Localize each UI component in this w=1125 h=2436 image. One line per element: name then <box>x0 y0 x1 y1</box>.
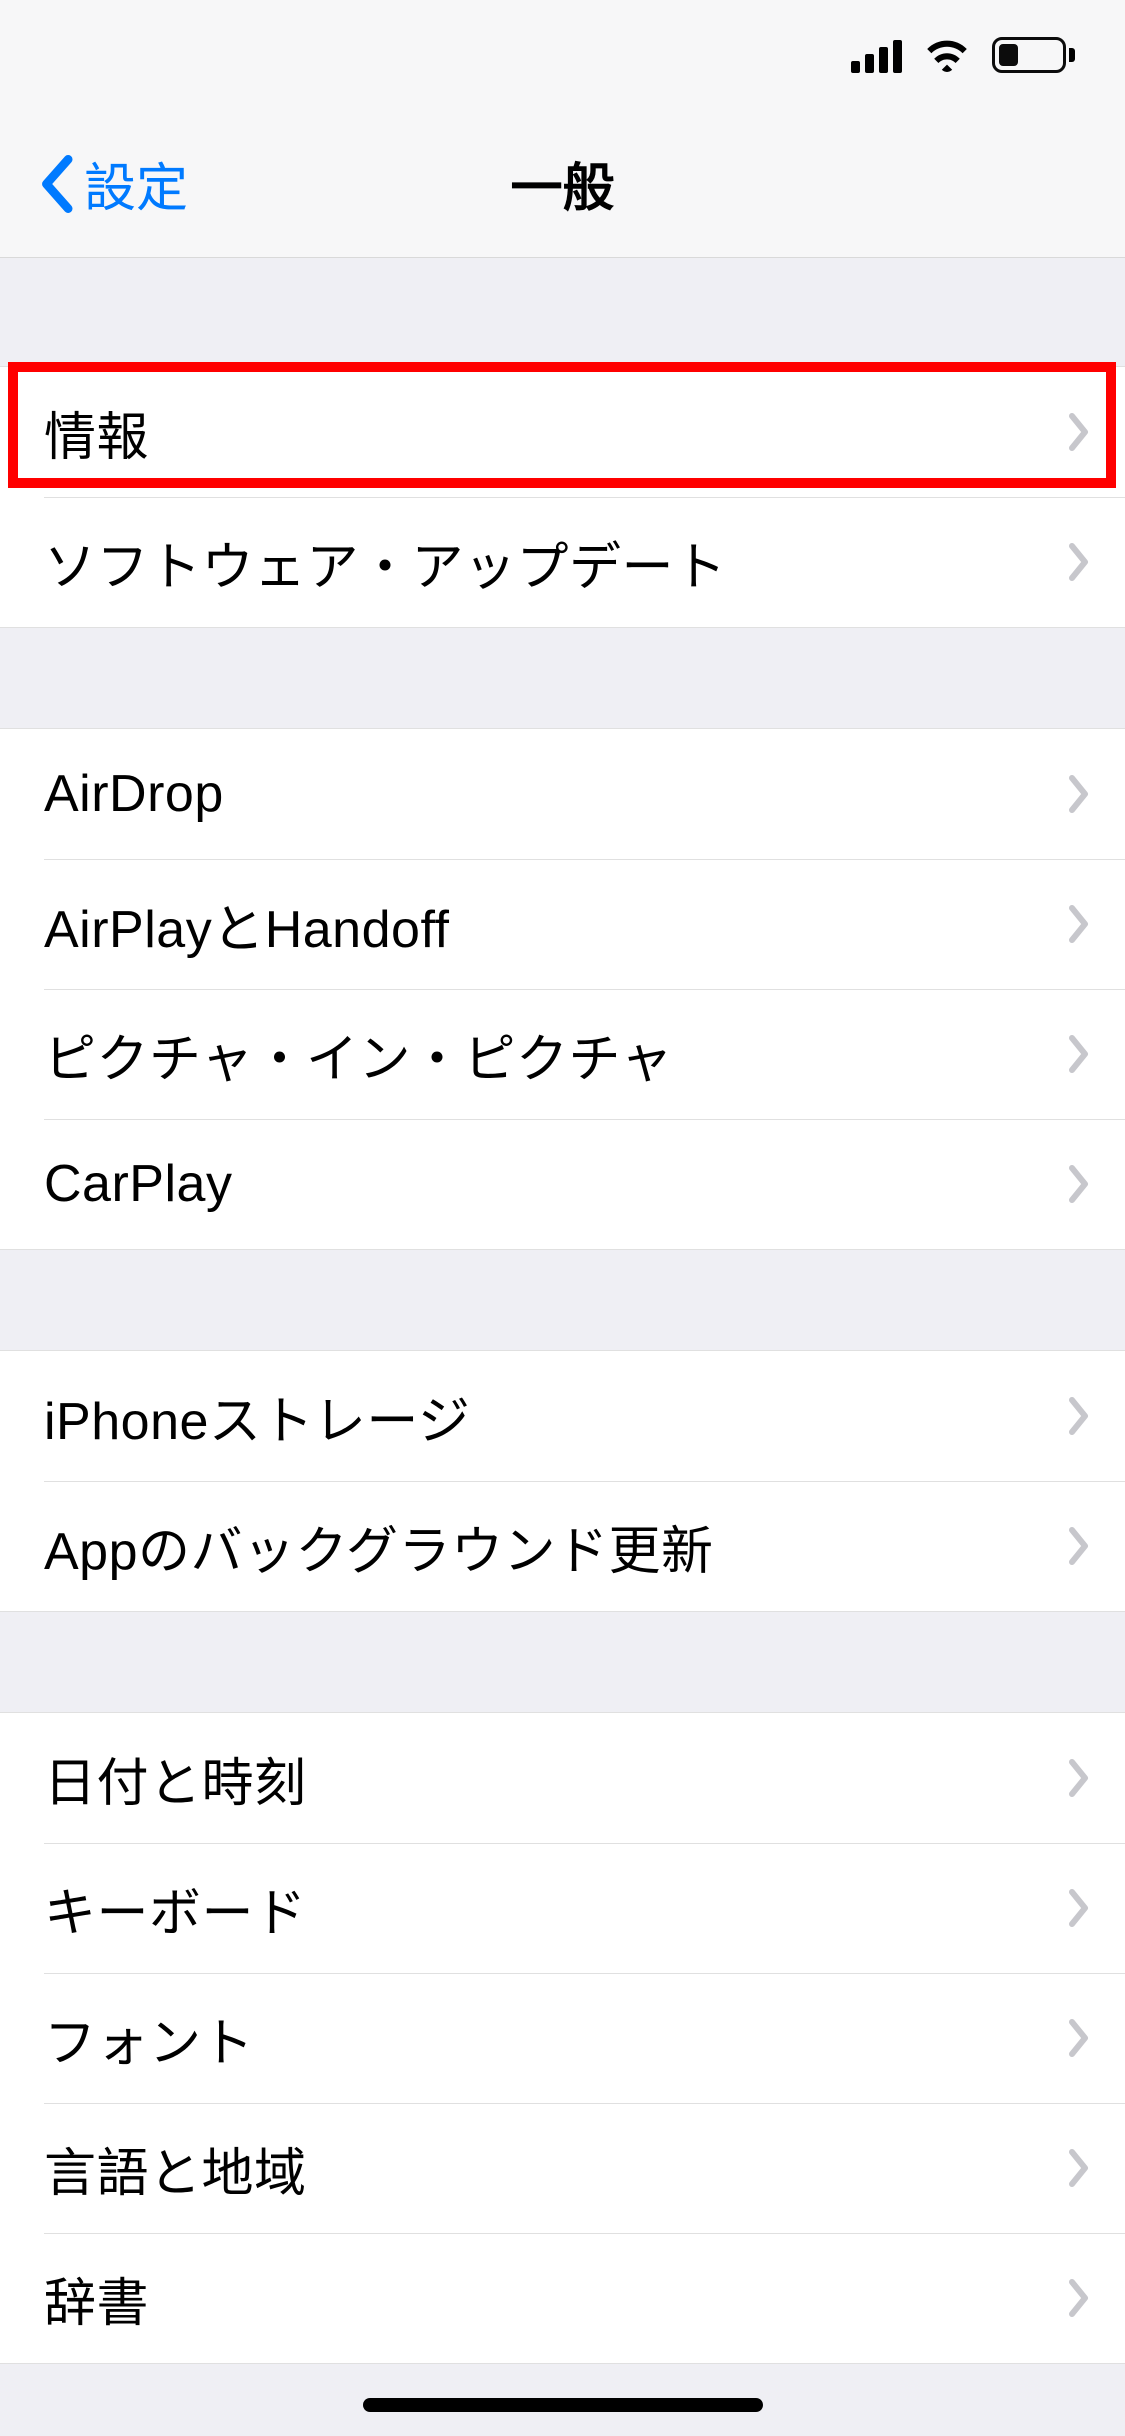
group-separator <box>0 1612 1125 1712</box>
row-iphone-storage[interactable]: iPhoneストレージ <box>0 1351 1125 1481</box>
group-separator <box>0 628 1125 728</box>
chevron-right-icon <box>1067 2278 1091 2318</box>
row-airdrop[interactable]: AirDrop <box>0 729 1125 859</box>
cellular-signal-icon <box>851 37 902 73</box>
row-label: ソフトウェア・アップデート <box>44 525 1067 600</box>
row-label: 情報 <box>44 395 1067 470</box>
row-label: iPhoneストレージ <box>44 1379 1067 1454</box>
chevron-right-icon <box>1067 1396 1091 1436</box>
chevron-right-icon <box>1067 1526 1091 1566</box>
back-button[interactable]: 設定 <box>20 110 208 257</box>
chevron-right-icon <box>1067 774 1091 814</box>
status-bar-cluster <box>851 37 1075 73</box>
navigation-bar: 設定 一般 <box>0 110 1125 258</box>
row-label: キーボード <box>44 1871 1067 1946</box>
chevron-right-icon <box>1067 412 1091 452</box>
row-label: 辞書 <box>44 2261 1067 2336</box>
row-label: Appのバックグラウンド更新 <box>44 1509 1067 1584</box>
status-bar <box>0 0 1125 110</box>
row-airplay-handoff[interactable]: AirPlayとHandoff <box>0 859 1125 989</box>
chevron-right-icon <box>1067 1888 1091 1928</box>
group-separator <box>0 1250 1125 1350</box>
row-label: 言語と地域 <box>44 2131 1067 2206</box>
chevron-right-icon <box>1067 1758 1091 1798</box>
chevron-right-icon <box>1067 1034 1091 1074</box>
settings-group-2: AirDrop AirPlayとHandoff ピクチャ・イン・ピクチャ Car… <box>0 728 1125 1250</box>
chevron-right-icon <box>1067 904 1091 944</box>
row-label: AirPlayとHandoff <box>44 887 1067 962</box>
row-dictionary[interactable]: 辞書 <box>0 2233 1125 2363</box>
settings-group-3: iPhoneストレージ Appのバックグラウンド更新 <box>0 1350 1125 1612</box>
row-about[interactable]: 情報 <box>0 367 1125 497</box>
chevron-right-icon <box>1067 2018 1091 2058</box>
wifi-icon <box>922 37 972 73</box>
row-language-region[interactable]: 言語と地域 <box>0 2103 1125 2233</box>
chevron-left-icon <box>40 155 76 213</box>
group-separator <box>0 258 1125 366</box>
row-label: AirDrop <box>44 764 1067 824</box>
row-label: CarPlay <box>44 1154 1067 1214</box>
row-date-time[interactable]: 日付と時刻 <box>0 1713 1125 1843</box>
settings-group-1: 情報 ソフトウェア・アップデート <box>0 366 1125 628</box>
chevron-right-icon <box>1067 542 1091 582</box>
back-button-label: 設定 <box>84 146 188 221</box>
row-bg-app-refresh[interactable]: Appのバックグラウンド更新 <box>0 1481 1125 1611</box>
row-label: フォント <box>44 2001 1067 2076</box>
row-fonts[interactable]: フォント <box>0 1973 1125 2103</box>
row-pip[interactable]: ピクチャ・イン・ピクチャ <box>0 989 1125 1119</box>
settings-content: 情報 ソフトウェア・アップデート AirDrop AirPlayとHandoff <box>0 258 1125 2364</box>
page-title: 一般 <box>510 146 614 221</box>
battery-icon <box>992 37 1075 73</box>
row-software-update[interactable]: ソフトウェア・アップデート <box>0 497 1125 627</box>
row-label: ピクチャ・イン・ピクチャ <box>44 1017 1067 1092</box>
chevron-right-icon <box>1067 1164 1091 1204</box>
settings-group-4: 日付と時刻 キーボード フォント 言語と地域 辞書 <box>0 1712 1125 2364</box>
row-carplay[interactable]: CarPlay <box>0 1119 1125 1249</box>
row-label: 日付と時刻 <box>44 1741 1067 1816</box>
home-indicator <box>363 2398 763 2412</box>
chevron-right-icon <box>1067 2148 1091 2188</box>
row-keyboard[interactable]: キーボード <box>0 1843 1125 1973</box>
